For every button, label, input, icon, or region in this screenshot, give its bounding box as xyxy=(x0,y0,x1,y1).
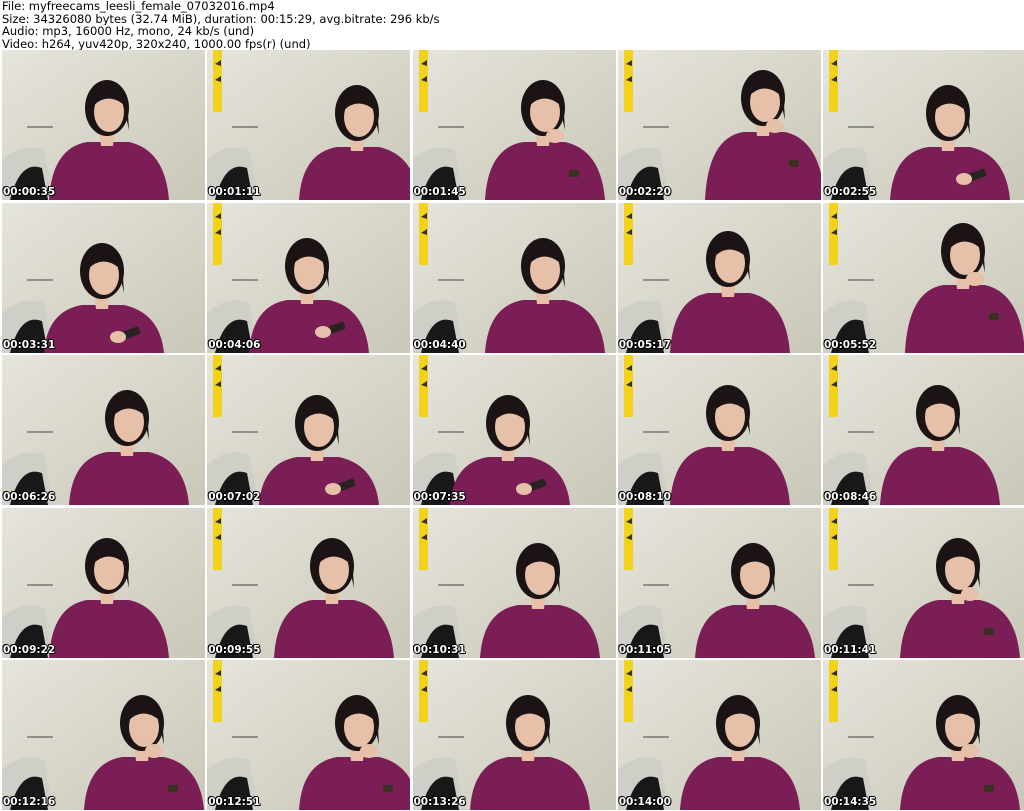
video-thumbnail: 00:08:10 xyxy=(617,355,821,505)
file-name-line: File: myfreecams_leesli_female_07032016.… xyxy=(2,0,275,13)
video-thumbnail: 00:02:55 xyxy=(823,50,1024,200)
video-thumbnail: 00:14:00 xyxy=(617,660,821,810)
timestamp-label: 00:01:45 xyxy=(413,186,466,198)
timestamp-label: 00:02:55 xyxy=(824,186,877,198)
video-frame xyxy=(412,202,616,353)
video-frame xyxy=(412,355,616,505)
video-thumbnail: 00:03:31 xyxy=(2,202,205,353)
video-frame xyxy=(617,202,821,353)
video-frame xyxy=(412,660,616,810)
timestamp-label: 00:08:10 xyxy=(618,491,671,503)
video-thumbnail: 00:13:26 xyxy=(412,660,616,810)
video-frame xyxy=(207,202,411,353)
file-info-header: File: myfreecams_leesli_female_07032016.… xyxy=(2,0,1022,50)
video-thumbnail: 00:12:51 xyxy=(207,660,411,810)
timestamp-label: 00:14:00 xyxy=(618,796,671,808)
timestamp-label: 00:09:22 xyxy=(3,643,56,656)
video-frame xyxy=(207,50,411,200)
timestamp-label: 00:08:46 xyxy=(824,491,877,503)
timestamp-label: 00:00:35 xyxy=(3,186,56,198)
timestamp-label: 00:13:26 xyxy=(413,796,466,808)
video-thumbnail: 00:05:52 xyxy=(823,202,1024,353)
video-frame xyxy=(2,660,205,810)
video-frame xyxy=(823,660,1024,810)
video-thumbnail: 00:12:16 xyxy=(2,660,205,810)
video-thumbnail: 00:04:40 xyxy=(412,202,616,353)
video-frame xyxy=(2,507,205,658)
timestamp-label: 00:07:35 xyxy=(413,491,466,503)
video-thumbnail: 00:08:46 xyxy=(823,355,1024,505)
video-thumbnail: 00:04:06 xyxy=(207,202,411,353)
video-frame xyxy=(2,50,205,200)
timestamp-label: 00:07:02 xyxy=(208,491,261,503)
audio-info-line: Audio: mp3, 16000 Hz, mono, 24 kb/s (und… xyxy=(2,25,255,38)
video-thumbnail: 00:10:31 xyxy=(412,507,616,658)
timestamp-label: 00:12:16 xyxy=(3,796,56,808)
video-thumbnail: 00:06:26 xyxy=(2,355,205,505)
video-thumbnail: 00:11:41 xyxy=(823,507,1024,658)
video-thumbnail: 00:11:05 xyxy=(617,507,821,658)
timestamp-label: 00:09:55 xyxy=(208,643,261,656)
video-frame xyxy=(412,50,616,200)
timestamp-label: 00:11:05 xyxy=(618,643,671,656)
video-frame xyxy=(617,355,821,505)
video-frame xyxy=(823,355,1024,505)
timestamp-label: 00:11:41 xyxy=(824,643,877,656)
video-frame xyxy=(617,507,821,658)
video-frame xyxy=(617,50,821,200)
video-frame xyxy=(823,202,1024,353)
video-thumbnail: 00:02:20 xyxy=(617,50,821,200)
video-info-line: Video: h264, yuv420p, 320x240, 1000.00 f… xyxy=(2,37,311,51)
video-frame xyxy=(823,507,1024,658)
video-frame xyxy=(2,202,205,353)
video-frame xyxy=(412,507,616,658)
video-thumbnail: 00:14:35 xyxy=(823,660,1024,810)
video-thumbnail: 00:00:35 xyxy=(2,50,205,200)
timestamp-label: 00:05:52 xyxy=(824,338,877,351)
video-frame xyxy=(207,660,411,810)
video-thumbnail: 00:07:35 xyxy=(412,355,616,505)
timestamp-label: 00:03:31 xyxy=(3,338,56,351)
timestamp-label: 00:05:17 xyxy=(618,338,671,351)
video-thumbnail: 00:01:11 xyxy=(207,50,411,200)
file-size-line: Size: 34326080 bytes (32.74 MiB), durati… xyxy=(2,12,440,26)
video-frame xyxy=(617,660,821,810)
timestamp-label: 00:12:51 xyxy=(208,796,261,808)
timestamp-label: 00:02:20 xyxy=(618,186,671,198)
timestamp-label: 00:04:40 xyxy=(413,338,466,351)
video-thumbnail: 00:05:17 xyxy=(617,202,821,353)
timestamp-label: 00:10:31 xyxy=(413,643,466,656)
video-frame xyxy=(823,50,1024,200)
video-frame xyxy=(207,355,411,505)
video-thumbnail: 00:09:22 xyxy=(2,507,205,658)
timestamp-label: 00:01:11 xyxy=(208,186,261,198)
timestamp-label: 00:14:35 xyxy=(824,796,877,808)
timestamp-label: 00:04:06 xyxy=(208,338,261,351)
video-frame xyxy=(2,355,205,505)
video-thumbnail: 00:09:55 xyxy=(207,507,411,658)
video-thumbnail: 00:07:02 xyxy=(207,355,411,505)
thumbnail-grid: 00:00:35 00:01:11 00:01:45 00:02:20 00:02:55… xyxy=(2,50,1024,810)
video-thumbnail: 00:01:45 xyxy=(412,50,616,200)
video-frame xyxy=(207,507,411,658)
timestamp-label: 00:06:26 xyxy=(3,491,56,503)
